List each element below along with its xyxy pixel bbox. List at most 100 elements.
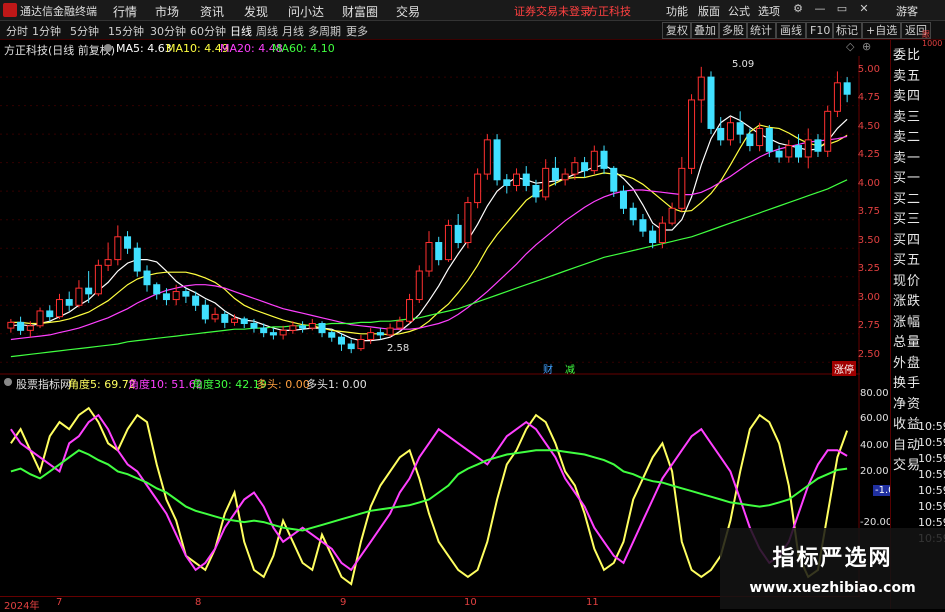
diejia-button[interactable]: 叠加 [690,22,720,39]
price-tick: 5.00 [857,64,880,75]
ma-line-ma5 [10,115,848,342]
candle [619,185,627,214]
quote-panel-item[interactable]: 卖四 [893,85,921,104]
quote-panel-item[interactable]: 卖三 [893,106,921,125]
candle [124,231,132,254]
close-icon[interactable]: ✕ [856,2,872,16]
quote-panel-item[interactable]: 交易 [893,454,921,473]
kline-chart[interactable] [0,56,860,596]
zoom-icon[interactable]: ⊕ [862,40,871,53]
price-tick: 3.75 [857,206,880,217]
quote-panel-item[interactable]: 卖二 [893,126,921,145]
candle [736,111,744,144]
price-tick: 3.00 [857,292,880,303]
settings-dot-icon[interactable] [104,44,112,52]
quote-panel-item[interactable]: 收益 [893,413,921,432]
price-tick: 3.25 [857,263,880,274]
quote-panel-item[interactable]: 现价 [893,270,921,289]
ma5-label: MA5: 4.63 [116,42,172,55]
menu-gongneng[interactable]: 功能 [666,3,688,19]
watermark-overlay: 指标严选网 www.xuezhibiao.com [720,528,945,609]
candle [814,134,822,157]
panel-top-label: 跟 1000 [922,30,943,48]
candle [649,225,657,249]
menu-gongshi[interactable]: 公式 [728,3,750,19]
price-tick: 4.00 [857,178,880,189]
f10-button[interactable]: F10 [806,22,835,39]
quote-panel-item[interactable]: 卖五 [893,65,921,84]
biaoji-button[interactable]: 标记 [832,22,862,39]
finance-marker[interactable]: 财 [543,361,553,376]
candle [7,318,15,333]
guest-label[interactable]: 游客 [896,3,918,19]
candle [746,128,754,152]
title-bar: 通达信金融终端 行情 市场 资讯 发现 问小达 财富圈 交易 证券交易未登录 方… [0,0,945,21]
quote-panel-item[interactable]: 买三 [893,208,921,227]
menu-jiaoyi[interactable]: 交易 [396,3,420,20]
quote-panel-item[interactable]: 卖一 [893,147,921,166]
candle [75,280,83,308]
candle [629,202,637,226]
menu-wenxiaoda[interactable]: 问小达 [288,3,324,20]
candle [211,307,219,323]
quote-panel-item[interactable]: 买一 [893,167,921,186]
quote-panel-item[interactable]: 涨幅 [893,311,921,330]
menu-zixun[interactable]: 资讯 [200,3,224,20]
candle [833,71,841,118]
period-daily[interactable]: 日线 [230,23,252,39]
quote-panel-item[interactable]: 净资 [893,393,921,412]
quote-panel-item[interactable]: 委比 [893,44,921,63]
huaxian-button[interactable]: 画线 [776,22,806,39]
menu-caifuquan[interactable]: 财富圈 [342,3,378,20]
indicator-settings-icon[interactable] [4,378,12,386]
quote-panel-item[interactable]: 涨跌 [893,290,921,309]
diamond-icon[interactable]: ◇ [846,40,854,53]
tongji-button[interactable]: 统计 [746,22,776,39]
menu-shichang[interactable]: 市场 [155,3,179,20]
minimize-icon[interactable]: — [812,2,828,16]
reduce-marker[interactable]: 减 [565,361,575,376]
maximize-icon[interactable]: ▭ [834,2,850,16]
ma-info-bar: 方正科技(日线 前复权) MA5: 4.63 MA10: 4.49 MA20: … [0,40,871,57]
period-more[interactable]: 更多 [346,23,368,39]
time-label: 10:59 [918,452,945,465]
menu-faxian[interactable]: 发现 [244,3,268,20]
date-month-11: 11 [586,597,599,608]
period-15min[interactable]: 15分钟 [108,23,144,39]
period-30min[interactable]: 30分钟 [150,23,186,39]
period-60min[interactable]: 60分钟 [190,23,226,39]
quote-panel-item[interactable]: 买二 [893,188,921,207]
add-watchlist-button[interactable]: +自选 [862,22,902,39]
price-tick: 3.50 [857,235,880,246]
menu-banmian[interactable]: 版面 [698,3,720,19]
candle [386,323,394,338]
period-multi[interactable]: 多周期 [308,23,341,39]
quote-panel-item[interactable]: 买四 [893,229,921,248]
candle [269,328,277,340]
candle [396,316,404,331]
candle [561,168,569,186]
login-notice[interactable]: 证券交易未登录 [514,3,591,19]
price-tick: 4.75 [857,92,880,103]
quote-panel-item[interactable]: 总量 [893,331,921,350]
menu-xuanxiang[interactable]: 选项 [758,3,780,19]
period-weekly[interactable]: 周线 [256,23,278,39]
quote-panel-item[interactable]: 换手 [893,372,921,391]
date-month-9: 9 [340,597,347,608]
period-toolbar: 分时 1分钟 5分钟 15分钟 30分钟 60分钟 日线 周线 月线 多周期 更… [0,21,945,40]
quote-panel-item[interactable]: 自动 [893,434,921,453]
candle [143,265,151,292]
duogu-button[interactable]: 多股 [718,22,748,39]
indicator-name[interactable]: 股票指标网 [16,376,71,392]
period-5min[interactable]: 5分钟 [70,23,99,39]
menu-hangqing[interactable]: 行情 [113,3,137,20]
period-fenshi[interactable]: 分时 [6,23,28,39]
fuquan-button[interactable]: 复权 [662,22,692,39]
period-1min[interactable]: 1分钟 [32,23,61,39]
candle [503,174,511,194]
period-monthly[interactable]: 月线 [282,23,304,39]
quote-panel-item[interactable]: 外盘 [893,352,921,371]
settings-icon[interactable]: ⚙ [790,2,806,16]
candle [464,196,472,249]
quote-panel-item[interactable]: 买五 [893,249,921,268]
